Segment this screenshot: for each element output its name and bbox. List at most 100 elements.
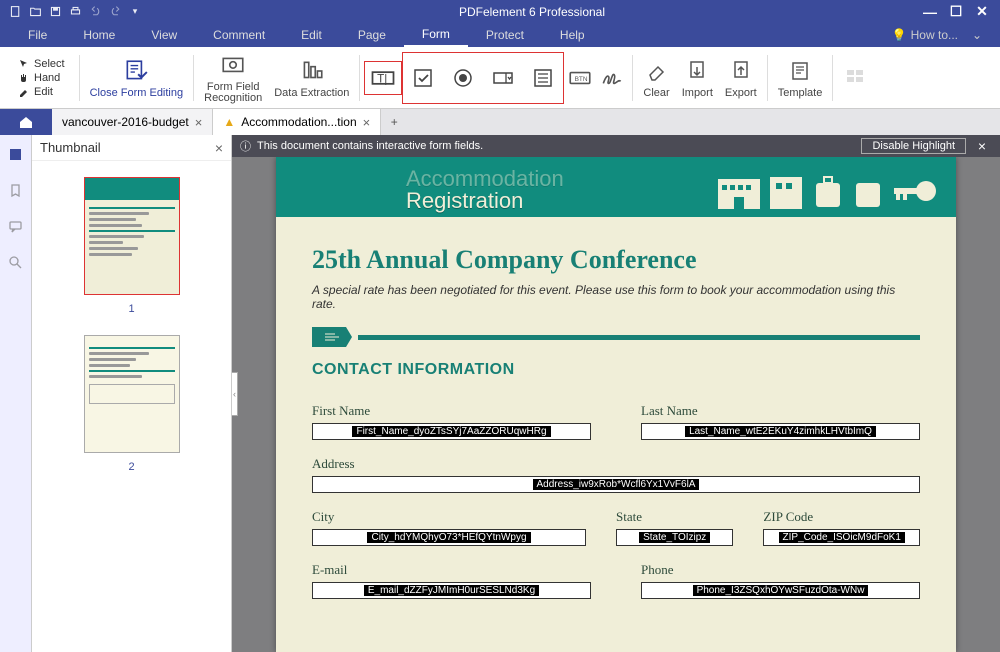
tab-close-icon[interactable]: × — [195, 115, 203, 130]
combobox-tool-button[interactable] — [487, 62, 519, 94]
signature-tool-button[interactable] — [596, 62, 628, 94]
window-controls: — ☐ ✕ — [920, 3, 1000, 21]
email-input[interactable]: E_mail_dZZFyJMImH0urSESLNd3Kg — [312, 582, 591, 599]
close-button[interactable]: ✕ — [972, 3, 992, 21]
section-divider — [312, 327, 920, 347]
text-field-tool-highlighted[interactable]: T| — [364, 61, 402, 95]
menu-comment[interactable]: Comment — [195, 23, 283, 47]
separator — [832, 55, 833, 101]
field-value: Address_iw9xRob*Wcfl6Yx1VvF6lA — [533, 479, 700, 490]
pdf-page: Accommodation Registration 25th Annual C… — [276, 157, 956, 652]
new-file-icon[interactable] — [6, 3, 24, 21]
document-tabs: vancouver-2016-budget × ▲ Accommodation.… — [0, 109, 1000, 135]
document-viewport[interactable]: Accommodation Registration 25th Annual C… — [244, 157, 988, 652]
thumbnail-page-2[interactable] — [84, 335, 180, 453]
new-tab-button[interactable]: + — [381, 109, 407, 135]
city-input[interactable]: City_hdYMQhyO73*HEfQYtnWpyg — [312, 529, 586, 546]
edit-label: Edit — [34, 86, 53, 98]
extraction-icon — [299, 57, 325, 85]
zip-input[interactable]: ZIP_Code_ISOicM9dFoK1 — [763, 529, 920, 546]
field-label: Phone — [641, 562, 920, 578]
field-label: Last Name — [641, 403, 920, 419]
menu-help[interactable]: Help — [542, 23, 603, 47]
import-button[interactable]: Import — [676, 57, 719, 99]
export-icon — [729, 57, 753, 85]
open-file-icon[interactable] — [26, 3, 44, 21]
recognition-label: Form Field Recognition — [204, 82, 262, 104]
listbox-tool-button[interactable] — [527, 62, 559, 94]
tab-vancouver-budget[interactable]: vancouver-2016-budget × — [52, 109, 213, 135]
phone-input[interactable]: Phone_I3ZSQxhOYwSFuzdOta-WNw — [641, 582, 920, 599]
left-sidebar — [0, 135, 32, 652]
field-value: Last_Name_wtE2EKuY4zimhkLHVtbImQ — [685, 426, 876, 437]
info-message: This document contains interactive form … — [257, 140, 483, 152]
luggage-icon — [810, 171, 846, 211]
howto-button[interactable]: 💡 How to... — [892, 28, 964, 42]
menu-page[interactable]: Page — [340, 23, 404, 47]
form-field-recognition-button[interactable]: Form Field Recognition — [198, 52, 268, 104]
more-icon — [843, 63, 867, 91]
search-icon[interactable] — [7, 253, 25, 271]
field-label: ZIP Code — [763, 509, 920, 525]
tab-close-icon[interactable]: × — [363, 115, 371, 130]
bookmarks-icon[interactable] — [7, 181, 25, 199]
address-input[interactable]: Address_iw9xRob*Wcfl6Yx1VvF6lA — [312, 476, 920, 493]
close-form-icon — [123, 57, 149, 85]
collapse-ribbon-icon[interactable]: ⌄ — [964, 28, 990, 42]
edit-mode-button[interactable]: Edit — [18, 86, 65, 98]
minimize-button[interactable]: — — [920, 3, 940, 21]
tab-accommodation[interactable]: ▲ Accommodation...tion × — [213, 109, 381, 135]
city-field: City City_hdYMQhyO73*HEfQYtnWpyg — [312, 509, 586, 546]
zip-field: ZIP Code ZIP_Code_ISOicM9dFoK1 — [763, 509, 920, 546]
separator — [193, 55, 194, 101]
menu-form[interactable]: Form — [404, 23, 468, 47]
field-label: State — [616, 509, 733, 525]
separator — [767, 55, 768, 101]
hand-mode-button[interactable]: Hand — [18, 72, 65, 84]
header-text: Accommodation Registration — [406, 171, 564, 211]
menu-home[interactable]: Home — [65, 23, 133, 47]
thumbnail-title: Thumbnail — [40, 140, 101, 155]
qat-dropdown-icon[interactable]: ▾ — [126, 3, 144, 21]
select-mode-button[interactable]: Select — [18, 58, 65, 70]
save-icon[interactable] — [46, 3, 64, 21]
comments-icon[interactable] — [7, 217, 25, 235]
close-panel-icon[interactable]: × — [215, 140, 223, 156]
thumbnails-icon[interactable] — [7, 145, 25, 163]
close-form-editing-button[interactable]: Close Form Editing — [84, 57, 190, 99]
first-name-input[interactable]: First_Name_dyoZTsSYj7AaZZORUqwHRg — [312, 423, 591, 440]
radio-tool-button[interactable] — [447, 62, 479, 94]
last-name-field: Last Name Last_Name_wtE2EKuY4zimhkLHVtbI… — [641, 403, 920, 440]
panel-collapse-handle[interactable]: ‹ — [232, 372, 238, 416]
menu-protect[interactable]: Protect — [468, 23, 542, 47]
infobar-close-icon[interactable]: × — [972, 138, 992, 154]
maximize-button[interactable]: ☐ — [946, 3, 966, 21]
print-icon[interactable] — [66, 3, 84, 21]
page-header-band: Accommodation Registration — [276, 157, 956, 217]
menu-edit[interactable]: Edit — [283, 23, 340, 47]
howto-label: How to... — [911, 28, 958, 42]
field-value: Phone_I3ZSQxhOYwSFuzdOta-WNw — [693, 585, 869, 596]
building-icon — [716, 171, 762, 211]
data-extraction-button[interactable]: Data Extraction — [268, 57, 355, 99]
last-name-input[interactable]: Last_Name_wtE2EKuY4zimhkLHVtbImQ — [641, 423, 920, 440]
more-forms-button[interactable] — [837, 63, 873, 93]
export-button[interactable]: Export — [719, 57, 763, 99]
state-input[interactable]: State_TOIzipz — [616, 529, 733, 546]
template-button[interactable]: Template — [772, 57, 829, 99]
thumbnail-number: 1 — [128, 303, 134, 315]
clear-label: Clear — [643, 87, 669, 99]
thumbnail-page-1[interactable] — [84, 177, 180, 295]
home-tab-button[interactable] — [0, 109, 52, 135]
disable-highlight-button[interactable]: Disable Highlight — [861, 138, 966, 154]
export-label: Export — [725, 87, 757, 99]
button-tool-button[interactable]: BTN — [564, 62, 596, 94]
menu-view[interactable]: View — [133, 23, 195, 47]
checkbox-tool-button[interactable] — [407, 62, 439, 94]
menu-file[interactable]: File — [10, 23, 65, 47]
thumbnail-list[interactable]: 1 2 — [32, 161, 231, 652]
redo-icon[interactable] — [106, 3, 124, 21]
clear-button[interactable]: Clear — [637, 57, 675, 99]
undo-icon[interactable] — [86, 3, 104, 21]
warning-icon: ▲ — [223, 115, 235, 129]
